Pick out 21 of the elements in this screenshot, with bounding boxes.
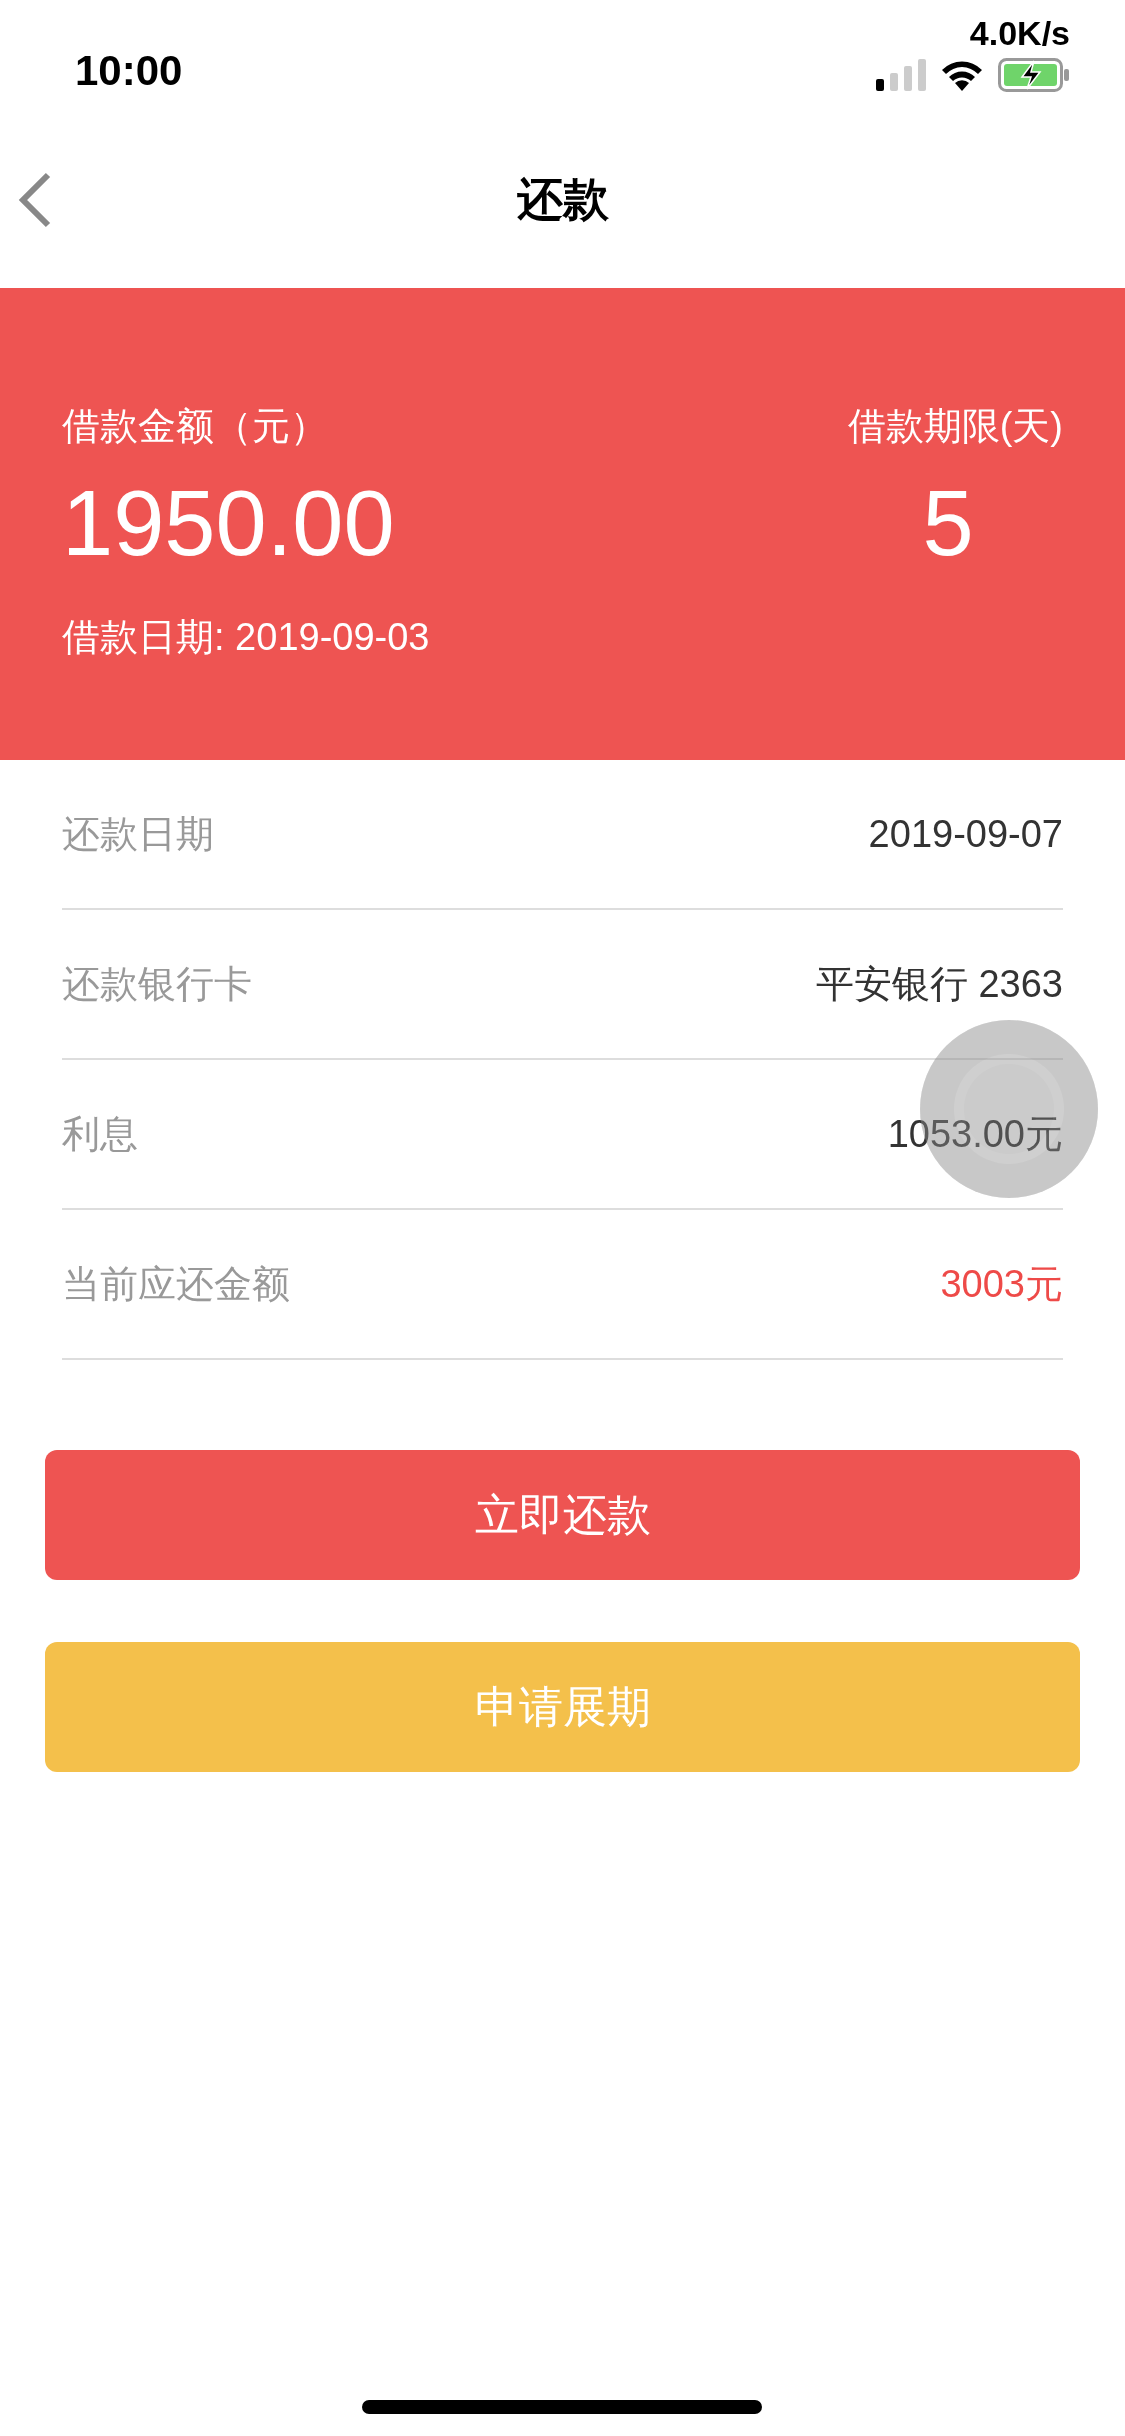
row-label: 当前应还金额 xyxy=(62,1261,290,1307)
loan-amount-label: 借款金额（元） xyxy=(62,404,328,449)
row-label: 还款日期 xyxy=(62,811,214,857)
loan-date: 借款日期: 2019-09-03 xyxy=(62,615,431,660)
row-value: 平安银行 2363 xyxy=(815,961,1063,1007)
status-time: 10:00 xyxy=(75,50,183,92)
back-icon[interactable] xyxy=(18,172,52,228)
action-button[interactable]: 立即还款 xyxy=(45,1450,1080,1580)
loan-term-label: 借款期限(天) xyxy=(847,404,1063,449)
loan-term: 5 xyxy=(921,477,975,569)
loan-amount: 1950.00 xyxy=(62,477,395,569)
signal-icon xyxy=(876,59,926,91)
row-value: 1053.00元 xyxy=(887,1111,1063,1157)
row-label: 利息 xyxy=(62,1111,138,1157)
wifi-icon xyxy=(940,59,984,91)
row-value: 3003元 xyxy=(940,1261,1063,1307)
network-speed: 4.0K/s xyxy=(969,16,1070,50)
page-title: 还款 xyxy=(516,171,609,227)
row-value: 2019-09-07 xyxy=(868,811,1063,857)
battery-charging-icon xyxy=(998,58,1070,92)
row-label: 还款银行卡 xyxy=(62,961,252,1007)
